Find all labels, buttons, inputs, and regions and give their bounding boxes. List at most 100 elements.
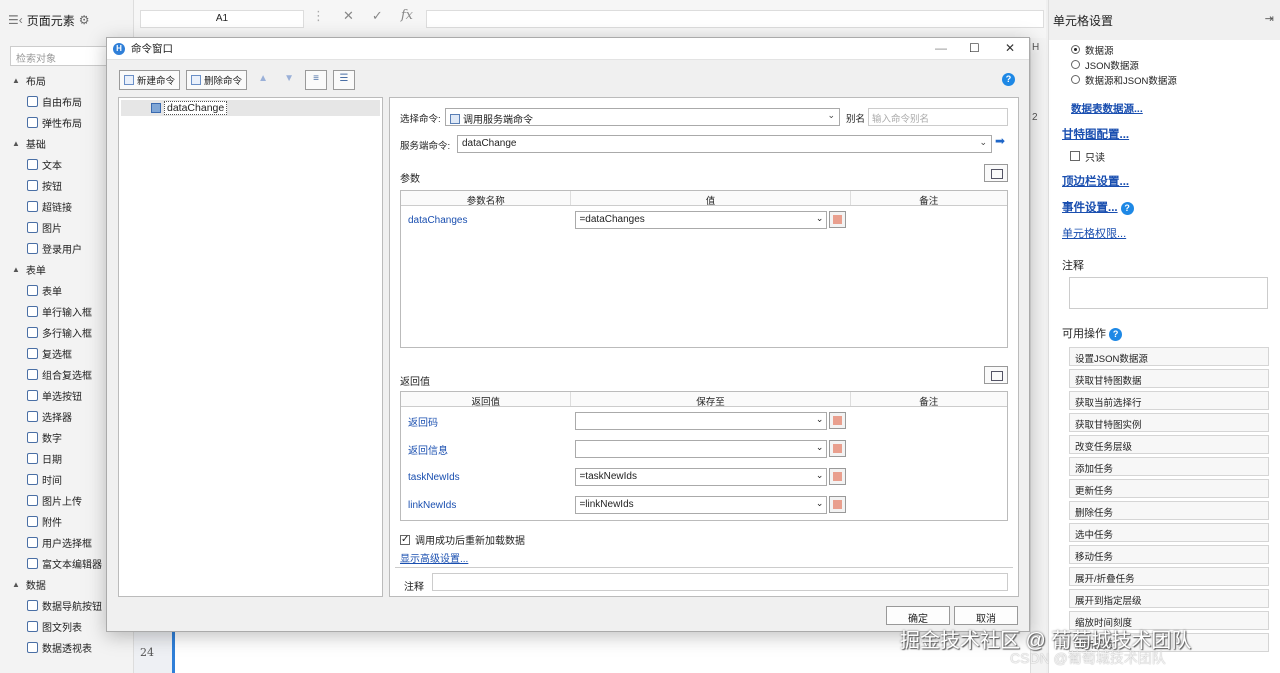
operation-item[interactable]: 添加任务 [1069,457,1269,476]
operation-item[interactable]: 展开到指定层级 [1069,589,1269,608]
toolbar-settings-link[interactable]: 顶边栏设置... [1049,173,1280,189]
params-grid-button[interactable] [984,164,1008,182]
move-up-icon[interactable]: ▲ [253,70,273,90]
new-command-button[interactable]: 新建命令 [119,70,181,90]
element-item-label: 超链接 [42,203,72,214]
table-row: 返回码 ⌄ [401,407,1007,435]
tree-item-datachange[interactable]: dataChange [121,100,380,116]
alias-input[interactable]: 输入命令别名 [868,108,1008,126]
operation-item[interactable]: 改变任务层级 [1069,435,1269,454]
cancel-formula-icon[interactable]: ✕ [343,8,354,24]
operation-item[interactable]: 设置JSON数据源 [1069,347,1269,366]
reload-label: 调用成功后重新加载数据 [415,536,525,547]
reload-checkbox-box[interactable] [400,534,410,545]
move-down-icon[interactable]: ▼ [279,70,299,90]
element-type-icon [27,516,38,527]
value-dropdown[interactable]: =taskNewIds ⌄ [575,468,828,486]
operation-item[interactable]: 更新任务 [1069,479,1269,498]
radio-button[interactable] [1071,45,1080,54]
radio-button[interactable] [1071,60,1080,69]
help-icon[interactable]: ? [1120,201,1134,215]
value-dropdown[interactable]: =linkNewIds ⌄ [575,496,828,514]
row-number-label[interactable]: 24 [140,646,154,659]
element-item-label: 图文列表 [42,623,82,634]
event-settings-link[interactable]: 事件设置... [1049,199,1118,215]
operation-item[interactable]: 获取甘特图数据 [1069,369,1269,388]
server-command-dropdown[interactable]: dataChange ⌄ [457,135,992,153]
options-icon[interactable]: ⋮ [312,8,325,24]
column-header: 备注 [919,196,939,207]
returns-grid-button[interactable] [984,366,1008,384]
close-icon[interactable]: ✕ [1005,41,1015,55]
column-header-label[interactable]: H [1032,42,1039,53]
element-item[interactable]: 数据透视表 [0,637,133,658]
datasource-radio-option[interactable]: 数据源和JSON数据源 [1049,72,1280,87]
formula-editor-icon[interactable] [829,211,847,228]
ok-button[interactable]: 确定 [886,606,950,625]
select-command-dropdown[interactable]: 调用服务端命令 ⌄ [445,108,840,126]
value-dropdown[interactable]: ⌄ [575,412,828,430]
collapse-group-icon: ▲ [12,265,20,274]
element-type-icon [27,327,38,338]
confirm-formula-icon[interactable]: ✓ [372,8,383,24]
delete-command-button[interactable]: 删除命令 [186,70,248,90]
element-type-icon [27,621,38,632]
gantt-config-link[interactable]: 甘特图配置... [1049,126,1280,142]
collapse-panel-icon[interactable]: ☰‹ [8,13,23,27]
pin-icon[interactable]: ⇥ [1265,12,1274,25]
watermark-subtext: CSDN @葡萄城技术团队 [1010,650,1166,666]
dialog-title: 命令窗口 [131,43,173,55]
operation-item[interactable]: 获取甘特图实例 [1069,413,1269,432]
cell-reference-box[interactable]: A1 [140,10,304,28]
fx-icon[interactable]: fx [401,8,413,24]
element-item-label: 表单 [42,287,62,298]
indent-icon[interactable]: ≡ [305,70,328,90]
server-command-icon [450,114,460,124]
operation-item[interactable]: 获取当前选择行 [1069,391,1269,410]
readonly-checkbox[interactable]: 只读 [1049,147,1280,165]
element-group-label: 表单 [25,266,46,277]
help-icon[interactable]: ? [1109,327,1123,341]
tree-item-label: dataChange [164,101,228,115]
chevron-down-icon: ⌄ [815,470,824,480]
formula-input[interactable] [426,10,1044,28]
minimize-icon[interactable]: — [935,41,947,55]
radio-button[interactable] [1071,75,1080,84]
gear-icon[interactable]: ⚙ [79,13,90,27]
navigate-arrow-icon[interactable]: ➡ [995,134,1005,148]
notes-field[interactable] [1069,277,1268,309]
operation-item[interactable]: 展开/折叠任务 [1069,567,1269,586]
element-type-icon [27,411,38,422]
advanced-settings-link[interactable]: 显示高级设置... [400,550,468,565]
column-header: 保存至 [571,392,851,408]
operation-item[interactable]: 移动任务 [1069,545,1269,564]
value-dropdown[interactable]: ⌄ [575,440,828,458]
maximize-icon[interactable]: ☐ [969,41,980,55]
cell-permission-link[interactable]: 单元格权限... [1049,225,1280,241]
element-type-icon [27,432,38,443]
datasource-radio-option[interactable]: 数据源 [1049,42,1280,57]
formula-editor-icon[interactable] [829,468,847,485]
element-item-label: 弹性布局 [42,119,82,130]
formula-editor-icon[interactable] [829,440,847,457]
reload-after-success-checkbox[interactable]: 调用成功后重新加载数据 [400,532,525,547]
operation-item[interactable]: 删除任务 [1069,501,1269,520]
value-dropdown[interactable]: =dataChanges ⌄ [575,211,828,229]
cancel-button[interactable]: 取消 [954,606,1018,625]
element-type-icon [27,180,38,191]
formula-editor-icon[interactable] [829,496,847,513]
operation-item[interactable]: 选中任务 [1069,523,1269,542]
readonly-checkbox-box[interactable] [1070,151,1080,161]
table-row: taskNewIds =taskNewIds ⌄ [401,463,1007,491]
datasource-link[interactable]: 数据表数据源... [1049,101,1280,116]
list-icon[interactable]: ☰ [333,70,356,90]
element-item-label: 单选按钮 [42,392,82,403]
formula-editor-icon[interactable] [829,412,847,429]
element-type-icon [27,117,38,128]
params-table-body: dataChanges =dataChanges ⌄ [401,206,1007,234]
row-number-label[interactable]: 2 [1032,112,1038,123]
datasource-radio-option[interactable]: JSON数据源 [1049,57,1280,72]
help-icon[interactable]: ? [1002,73,1015,86]
command-note-input[interactable] [432,573,1008,591]
formula-actions: ⋮ ✕ ✓ fx [312,8,413,24]
